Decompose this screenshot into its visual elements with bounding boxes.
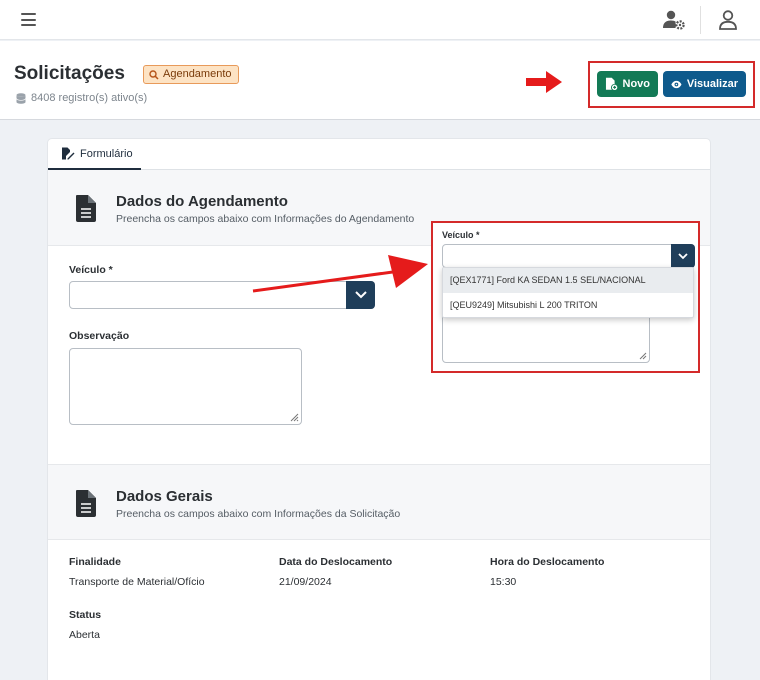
- view-button-label: Visualizar: [686, 78, 738, 90]
- page-title: Solicitações: [14, 63, 125, 84]
- view-button[interactable]: Visualizar: [663, 71, 746, 97]
- document-icon: [76, 490, 96, 517]
- resize-grip-icon[interactable]: [639, 352, 647, 360]
- section-gerais: Dados Gerais Preencha os campos abaixo c…: [48, 464, 710, 540]
- dropdown-option[interactable]: [QEX1771] Ford KA SEDAN 1.5 SEL/NACIONAL: [443, 268, 693, 293]
- page-header: Solicitações Agendamento 8408 registro(s…: [0, 41, 760, 120]
- file-edit-icon: [62, 147, 75, 160]
- eye-icon: [671, 80, 682, 88]
- annotation-arrow-right: [526, 71, 562, 93]
- file-add-icon: [605, 77, 618, 91]
- hora-value: 15:30: [490, 576, 517, 588]
- new-button-label: Novo: [622, 78, 651, 90]
- section-title: Dados Gerais: [116, 488, 213, 505]
- status-value: Aberta: [69, 629, 100, 641]
- tab-label: Formulário: [80, 147, 133, 160]
- database-icon: [16, 92, 26, 104]
- veiculo-dropdown: [QEX1771] Ford KA SEDAN 1.5 SEL/NACIONAL…: [442, 267, 694, 318]
- user-gear-icon[interactable]: [662, 9, 686, 31]
- finalidade-label: Finalidade: [69, 556, 121, 568]
- status-badge: Agendamento: [143, 65, 239, 84]
- annotation-arrow-diagonal: [252, 255, 428, 293]
- zoom-observacao-textarea[interactable]: [442, 313, 650, 363]
- zoom-veiculo-label: Veículo *: [442, 230, 480, 240]
- records-count: 8408 registro(s) ativo(s): [16, 92, 147, 104]
- observacao-label: Observação: [69, 330, 130, 342]
- resize-grip-icon[interactable]: [290, 413, 299, 422]
- chevron-down-icon[interactable]: [671, 244, 695, 268]
- data-value: 21/09/2024: [279, 576, 332, 588]
- search-icon: [149, 69, 159, 80]
- section-subtitle: Preencha os campos abaixo com Informaçõe…: [116, 213, 415, 225]
- document-icon: [76, 195, 96, 222]
- hora-label: Hora do Deslocamento: [490, 556, 605, 568]
- finalidade-value: Transporte de Material/Ofício: [69, 576, 205, 588]
- badge-label: Agendamento: [163, 68, 232, 80]
- tab-bar: Formulário: [48, 139, 710, 170]
- user-icon[interactable]: [718, 9, 738, 31]
- data-label: Data do Deslocamento: [279, 556, 393, 568]
- dropdown-option[interactable]: [QEU9249] Mitsubishi L 200 TRITON: [443, 293, 693, 318]
- records-label: 8408 registro(s) ativo(s): [31, 92, 148, 104]
- veiculo-label: Veículo *: [69, 264, 113, 276]
- tab-formulario[interactable]: Formulário: [48, 139, 141, 170]
- hamburger-icon[interactable]: [21, 13, 36, 26]
- topbar: [0, 0, 760, 40]
- status-label: Status: [69, 609, 102, 621]
- section-title: Dados do Agendamento: [116, 193, 288, 210]
- topbar-divider: [700, 6, 701, 34]
- section-subtitle: Preencha os campos abaixo com Informaçõe…: [116, 508, 401, 520]
- zoom-veiculo-select[interactable]: [442, 244, 695, 268]
- observacao-textarea[interactable]: [69, 348, 302, 425]
- new-button[interactable]: Novo: [597, 71, 658, 97]
